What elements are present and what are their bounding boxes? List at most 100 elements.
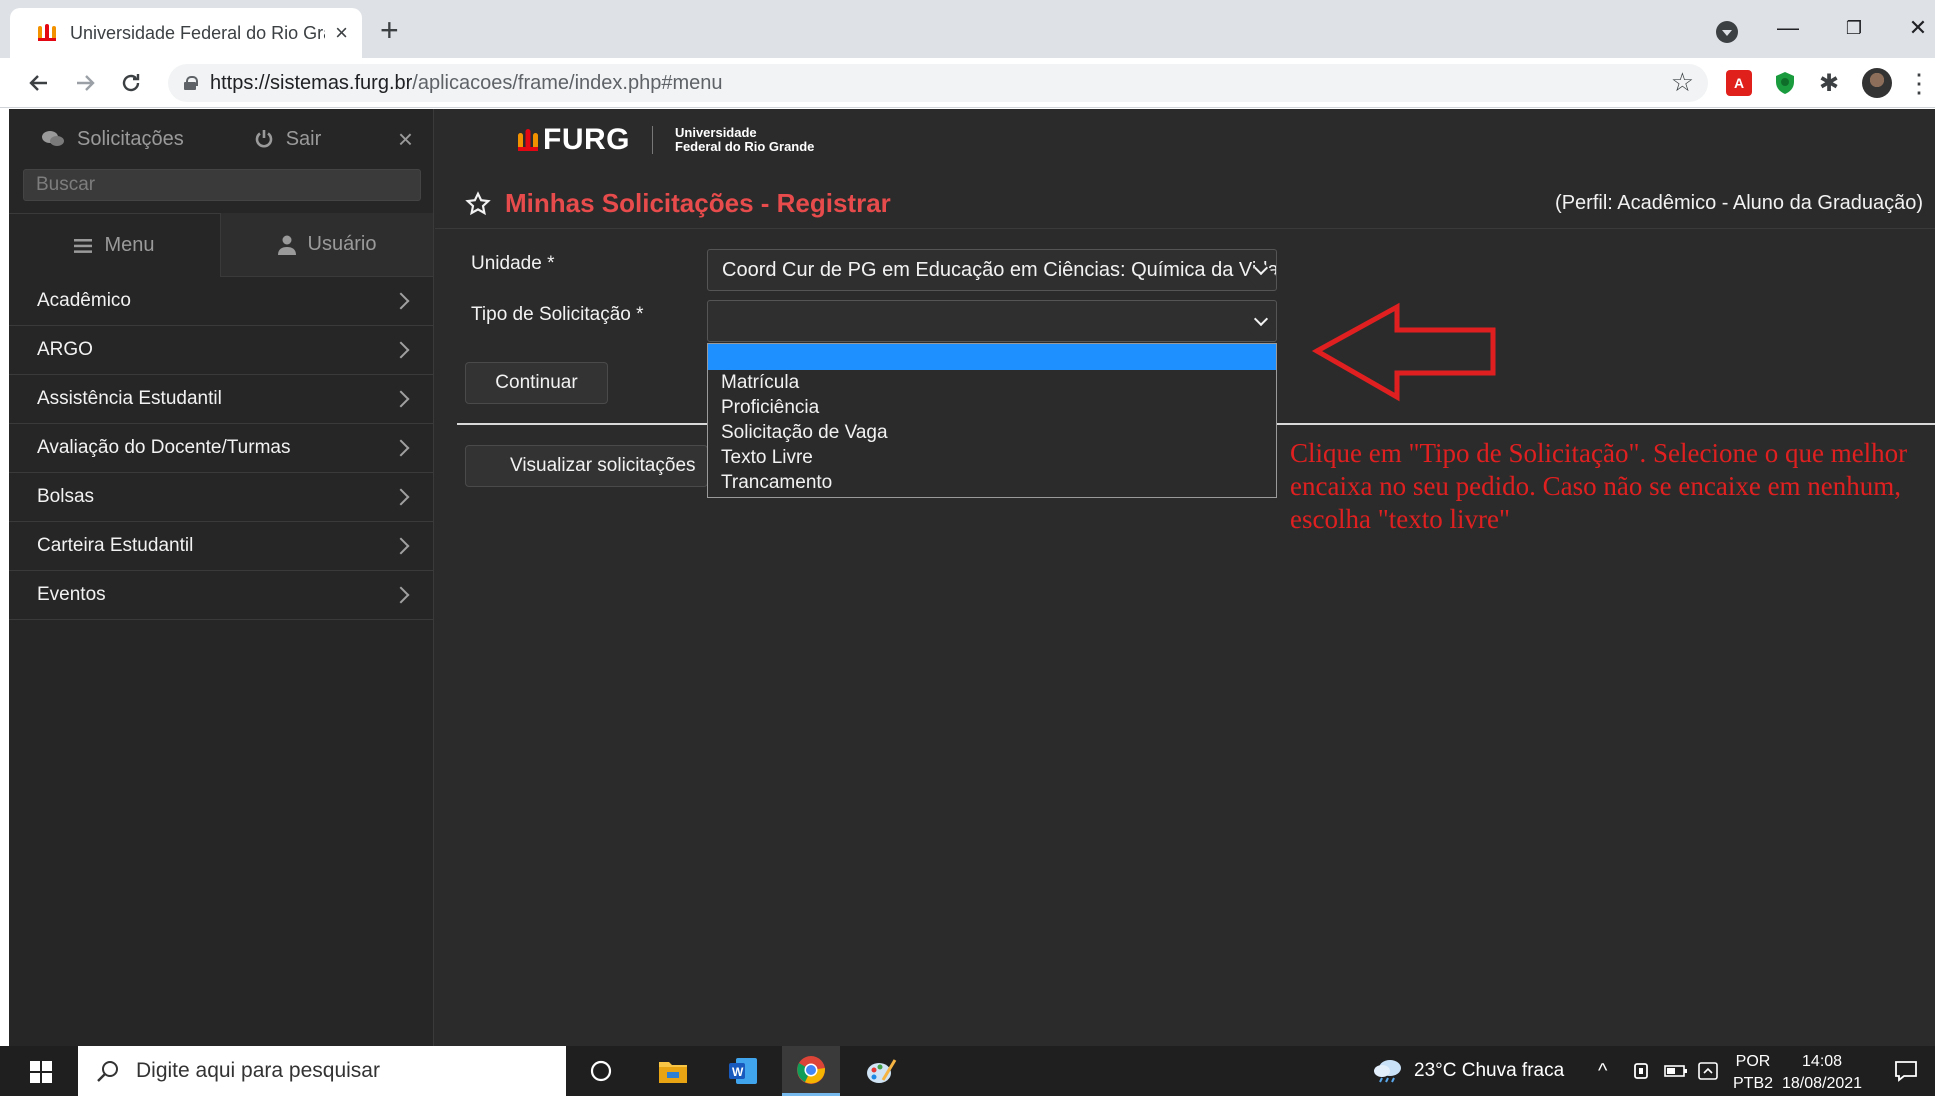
- input-language-indicator[interactable]: POR PTB2: [1733, 1051, 1773, 1095]
- logo-text: FURG: [543, 123, 630, 156]
- page: Solicitações Sair × Menu Usuário Acadêmi…: [9, 109, 1935, 1046]
- logo-subtitle-line-2: Federal do Rio Grande: [675, 139, 815, 154]
- furg-logo-mark-icon: [518, 129, 538, 151]
- windows-start-icon[interactable]: [30, 1061, 52, 1083]
- sidebar-item-label: ARGO: [37, 339, 93, 360]
- sidebar-item-argo[interactable]: ARGO: [9, 326, 433, 375]
- tab-close-icon[interactable]: ×: [335, 20, 348, 46]
- tipo-solicitacao-dropdown[interactable]: Matrícula Proficiência Solicitação de Va…: [707, 343, 1277, 498]
- clock-date: 18/08/2021: [1782, 1075, 1863, 1092]
- tab-title: Universidade Federal do Rio Grande: [70, 22, 325, 43]
- continuar-button[interactable]: Continuar: [465, 362, 608, 404]
- chat-bubbles-icon: [42, 131, 64, 146]
- tab-menu[interactable]: Menu: [9, 213, 221, 277]
- unidade-select[interactable]: Coord Cur de PG em Educação em Ciências:…: [707, 249, 1277, 291]
- new-tab-button[interactable]: +: [380, 12, 399, 48]
- address-bar[interactable]: https://sistemas.furg.br/aplicacoes/fram…: [168, 64, 1708, 102]
- minimize-button[interactable]: —: [1768, 8, 1808, 48]
- search-icon: [97, 1061, 118, 1082]
- taskbar-clock[interactable]: 14:08 18/08/2021: [1782, 1051, 1862, 1095]
- visualizar-solicitacoes-button[interactable]: Visualizar solicitações: [465, 445, 708, 487]
- sidebar-close-icon[interactable]: ×: [398, 124, 413, 155]
- annotation-arrow-icon: [1311, 302, 1496, 402]
- tray-chevron-up-icon[interactable]: ^: [1598, 1046, 1607, 1096]
- chrome-icon[interactable]: [782, 1046, 840, 1096]
- browser-tab[interactable]: Universidade Federal do Rio Grande ×: [10, 8, 362, 58]
- cloud-rain-icon: [1374, 1060, 1401, 1083]
- tab-search-icon[interactable]: [1716, 21, 1738, 43]
- sidebar-item-avaliacao-docente[interactable]: Avaliação do Docente/Turmas: [9, 424, 433, 473]
- chevron-down-icon: [1253, 311, 1269, 327]
- task-view-icon[interactable]: [572, 1046, 630, 1096]
- file-explorer-icon[interactable]: [644, 1046, 702, 1096]
- sidebar-item-eventos[interactable]: Eventos: [9, 571, 433, 620]
- dropdown-option-empty[interactable]: [708, 344, 1276, 370]
- reload-icon[interactable]: [114, 66, 148, 100]
- weather-widget[interactable]: 23°C Chuva fraca: [1372, 1046, 1564, 1096]
- tipo-solicitacao-select[interactable]: [707, 300, 1277, 342]
- dropdown-option-proficiencia[interactable]: Proficiência: [708, 395, 1276, 420]
- word-icon[interactable]: W: [714, 1046, 772, 1096]
- sidebar-item-assistencia-estudantil[interactable]: Assistência Estudantil: [9, 375, 433, 424]
- sidebar-item-label: Assistência Estudantil: [37, 388, 222, 409]
- windows-taskbar: Digite aqui para pesquisar W 23°C Chuva …: [0, 1046, 1935, 1096]
- extensions-puzzle-icon[interactable]: ✱: [1816, 70, 1842, 97]
- sidebar-item-academico[interactable]: Acadêmico: [9, 277, 433, 326]
- tray-network-icon[interactable]: [1632, 1046, 1650, 1096]
- restore-button[interactable]: ❐: [1834, 8, 1874, 48]
- unidade-label: Unidade *: [471, 253, 554, 275]
- star-outline-icon[interactable]: [465, 190, 491, 217]
- sair-label: Sair: [285, 127, 322, 150]
- forward-arrow-icon[interactable]: [68, 66, 102, 100]
- keyboard-layout: PTB2: [1733, 1075, 1774, 1092]
- pdf-extension-icon[interactable]: A: [1726, 70, 1752, 96]
- unidade-label-text: Unidade: [471, 253, 542, 274]
- chevron-right-icon: [392, 390, 410, 408]
- bookmark-star-icon[interactable]: ☆: [1671, 67, 1694, 98]
- main-content: FURG Universidade Federal do Rio Grande …: [435, 109, 1935, 1046]
- logo-subtitle: Universidade Federal do Rio Grande: [675, 126, 814, 154]
- lock-icon[interactable]: [184, 76, 198, 90]
- close-window-button[interactable]: ✕: [1898, 8, 1935, 48]
- taskbar-search-box[interactable]: Digite aqui para pesquisar: [78, 1046, 566, 1096]
- sidebar-search-input[interactable]: [23, 169, 421, 201]
- solicitacoes-label: Solicitações: [77, 127, 184, 150]
- power-icon: [255, 130, 272, 148]
- dropdown-option-solicitacao-vaga[interactable]: Solicitação de Vaga: [708, 420, 1276, 445]
- sidebar-item-bolsas[interactable]: Bolsas: [9, 473, 433, 522]
- tray-battery-icon[interactable]: [1664, 1046, 1688, 1096]
- dropdown-option-trancamento[interactable]: Trancamento: [708, 470, 1276, 495]
- notifications-icon[interactable]: [1894, 1046, 1918, 1096]
- chevron-right-icon: [392, 488, 410, 506]
- tray-volume-icon[interactable]: [1698, 1046, 1720, 1096]
- sidebar-item-carteira-estudantil[interactable]: Carteira Estudantil: [9, 522, 433, 571]
- logo-separator: [652, 126, 653, 154]
- tab-menu-label: Menu: [104, 234, 155, 256]
- required-mark: *: [636, 304, 644, 325]
- title-row: Minhas Solicitações - Registrar (Perfil:…: [435, 179, 1935, 229]
- profile-avatar[interactable]: [1862, 68, 1892, 98]
- dropdown-option-matricula[interactable]: Matrícula: [708, 370, 1276, 395]
- back-arrow-icon[interactable]: [22, 66, 56, 100]
- page-title: Minhas Solicitações - Registrar: [505, 188, 891, 218]
- tab-usuario[interactable]: Usuário: [221, 213, 433, 277]
- sair-link[interactable]: Sair: [254, 127, 322, 151]
- sidebar-tabs: Menu Usuário: [9, 213, 433, 277]
- logo-subtitle-line-1: Universidade: [675, 125, 757, 140]
- dropdown-option-texto-livre[interactable]: Texto Livre: [708, 445, 1276, 470]
- browser-menu-icon[interactable]: ⋮: [1906, 68, 1932, 98]
- chevron-right-icon: [392, 537, 410, 555]
- shield-extension-icon[interactable]: [1772, 70, 1798, 96]
- furg-logo[interactable]: FURG Universidade Federal do Rio Grande: [517, 123, 814, 157]
- sidebar-item-label: Acadêmico: [37, 290, 131, 311]
- required-mark: *: [547, 253, 555, 274]
- paint-icon[interactable]: [852, 1046, 910, 1096]
- user-icon: [277, 235, 296, 255]
- solicitacoes-link[interactable]: Solicitações: [41, 128, 184, 151]
- chevron-right-icon: [392, 439, 410, 457]
- tab-usuario-label: Usuário: [307, 233, 377, 255]
- sidebar-item-label: Avaliação do Docente/Turmas: [37, 437, 291, 458]
- weather-text: 23°C Chuva fraca: [1414, 1060, 1565, 1081]
- chevron-right-icon: [392, 341, 410, 359]
- svg-text:W: W: [732, 1065, 744, 1079]
